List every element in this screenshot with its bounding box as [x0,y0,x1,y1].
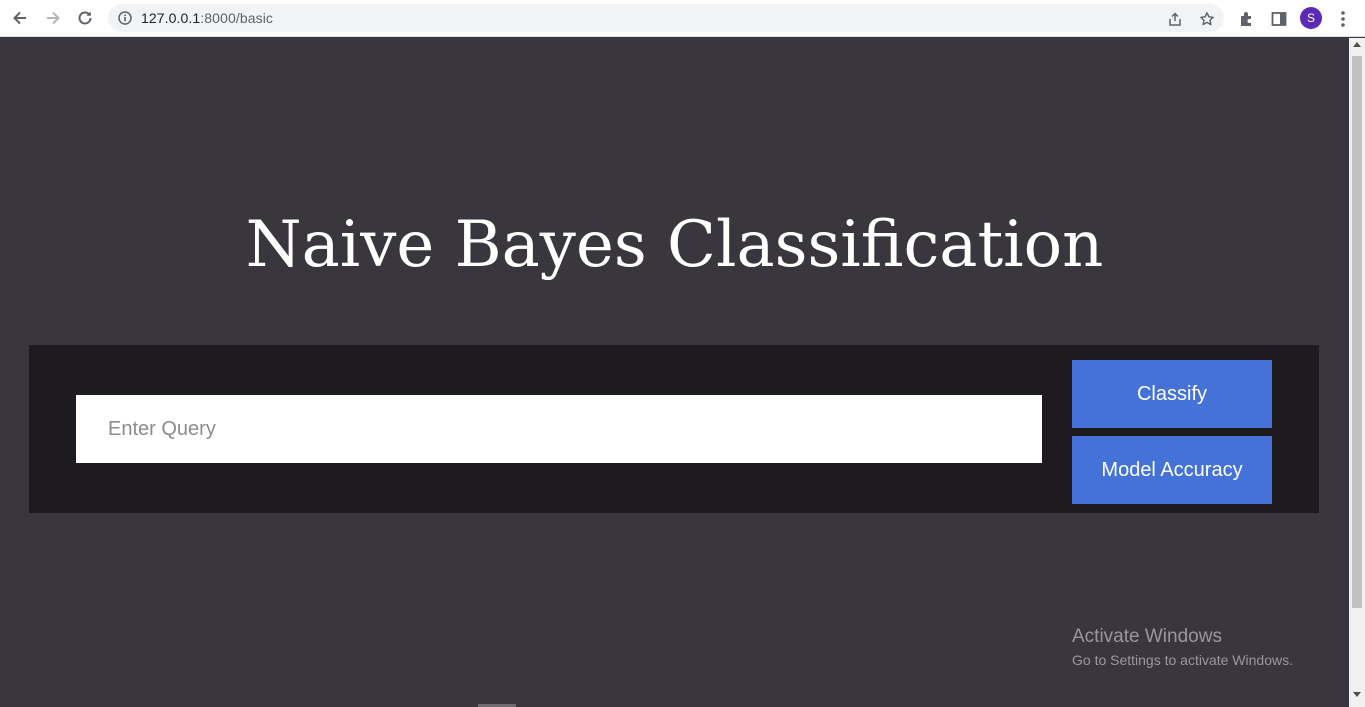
classify-button[interactable]: Classify [1072,360,1272,428]
url-path: :8000/basic [200,10,274,26]
windows-activation-watermark: Activate Windows Go to Settings to activ… [1072,626,1293,668]
reload-icon[interactable] [72,6,98,30]
bookmark-star-icon[interactable] [1198,10,1216,28]
profile-avatar[interactable]: S [1300,7,1322,29]
share-icon[interactable] [1166,10,1184,28]
url-text: 127.0.0.1:8000/basic [141,10,273,26]
query-panel: Classify Model Accuracy [29,345,1319,513]
forward-icon[interactable] [40,6,66,30]
watermark-title: Activate Windows [1072,626,1222,647]
page-content: Naive Bayes Classification Classify Mode… [0,38,1349,707]
site-info-icon[interactable] [118,11,132,30]
model-accuracy-button[interactable]: Model Accuracy [1072,436,1272,504]
url-host: 127.0.0.1 [141,10,201,26]
side-panel-icon[interactable] [1269,9,1289,29]
scroll-up-arrow-icon[interactable] [1353,42,1361,47]
back-icon[interactable] [7,6,33,30]
vertical-scrollbar[interactable] [1349,38,1365,707]
query-input[interactable] [76,395,1042,463]
extensions-icon[interactable] [1237,9,1257,29]
more-menu-icon[interactable] [1333,9,1353,29]
watermark-subtitle: Go to Settings to activate Windows. [1072,652,1293,668]
scroll-down-arrow-icon[interactable] [1353,692,1361,697]
page-title: Naive Bayes Classification [245,208,1104,282]
browser-toolbar: 127.0.0.1:8000/basic S [0,0,1365,37]
scroll-thumb[interactable] [1352,56,1362,608]
address-bar[interactable]: 127.0.0.1:8000/basic [108,4,1224,32]
